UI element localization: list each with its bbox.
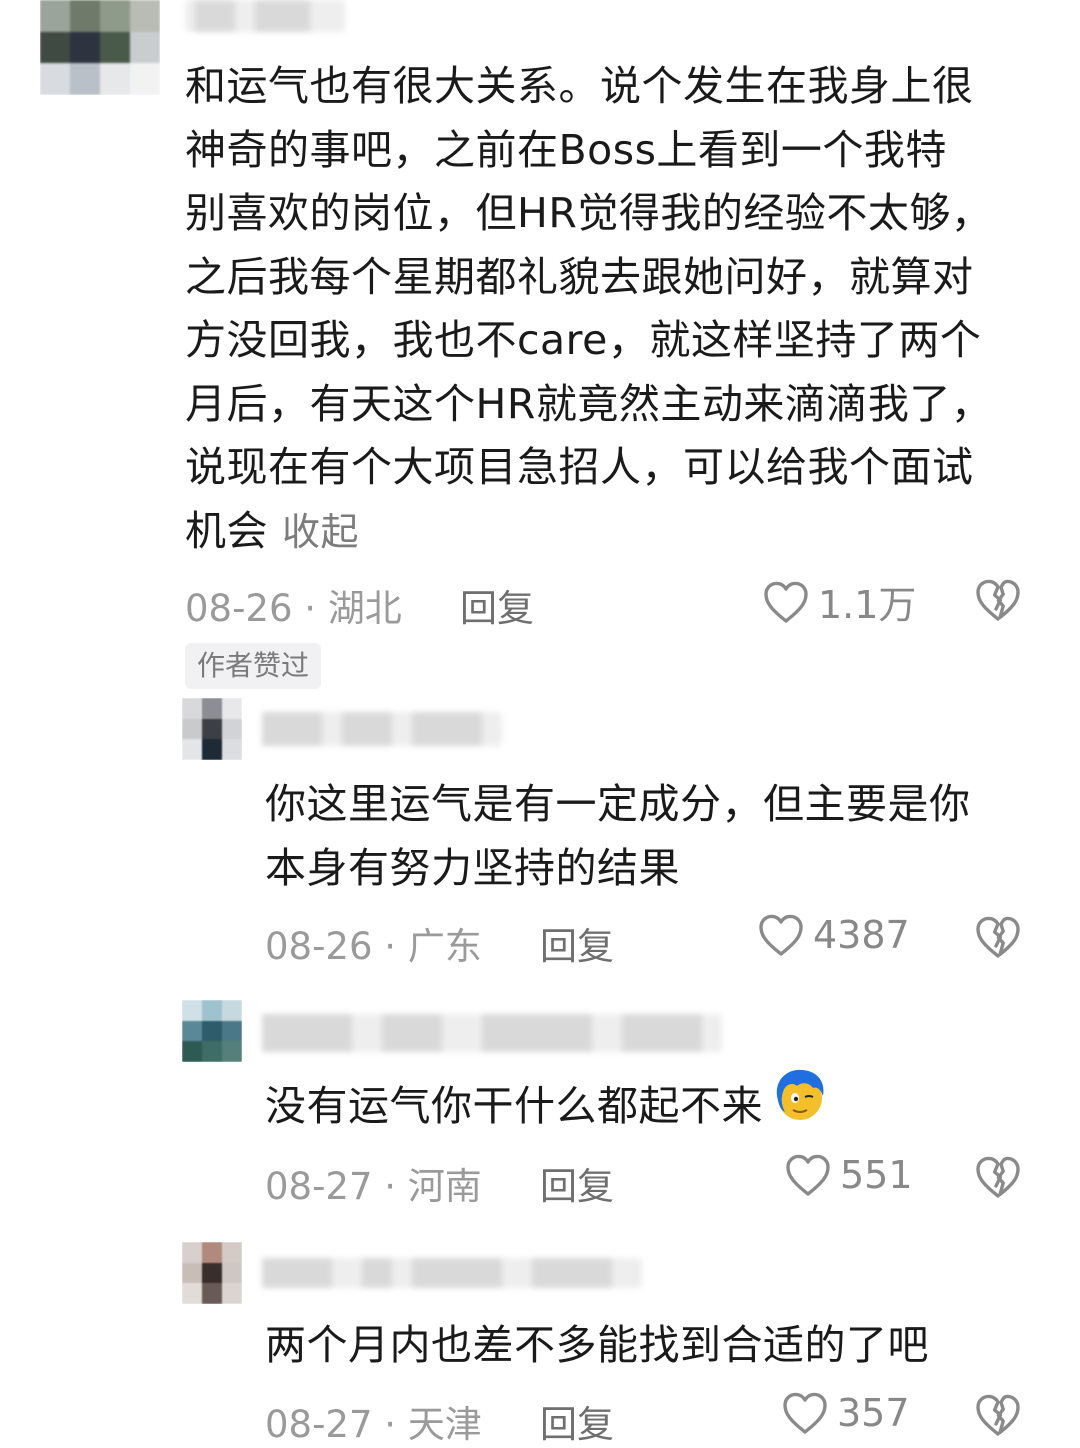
heart-outline-icon: [764, 581, 808, 623]
reply-button[interactable]: 回复: [540, 916, 614, 970]
broken-heart-icon: [976, 916, 1020, 958]
dislike-button[interactable]: [974, 914, 1022, 964]
dislike-button[interactable]: [974, 1154, 1022, 1204]
comment-meta: 08-26 · 广东: [265, 916, 482, 970]
broken-heart-icon: [976, 1156, 1020, 1198]
comment-text: 和运气也有很大关系。说个发生在我身上很 神奇的事吧，之前在Boss上看到一个我特…: [185, 62, 993, 555]
comment-meta: 08-26 · 湖北: [185, 578, 402, 632]
username-redacted[interactable]: [262, 1258, 642, 1288]
reply-button[interactable]: 回复: [540, 1156, 614, 1210]
avatar[interactable]: [40, 0, 160, 95]
like-button[interactable]: 357: [781, 1390, 910, 1436]
like-count: 357: [837, 1391, 910, 1435]
username-redacted[interactable]: [262, 1014, 722, 1052]
heart-outline-icon: [759, 914, 803, 956]
like-button[interactable]: 4387: [757, 912, 910, 958]
like-button[interactable]: 1.1万: [762, 574, 916, 629]
avatar[interactable]: [182, 1000, 242, 1062]
broken-heart-icon: [976, 579, 1020, 621]
like-count: 551: [840, 1153, 913, 1197]
comment-text: 没有运气你干什么都起不来: [265, 1069, 829, 1142]
meta-separator: ·: [372, 925, 408, 968]
dislike-button[interactable]: [974, 577, 1022, 627]
comment-location: 河南: [407, 1165, 482, 1208]
comment-location: 湖北: [327, 587, 402, 630]
meta-separator: ·: [372, 1165, 408, 1208]
blue-hair-face-emoji: [771, 1066, 829, 1143]
username-redacted[interactable]: [185, 0, 345, 32]
comment-text: 你这里运气是有一定成分，但主要是你 本身有努力坚持的结果: [265, 780, 971, 892]
comment-text: 两个月内也差不多能找到合适的了吧: [265, 1321, 929, 1369]
comment-date: 08-27: [265, 1165, 373, 1208]
dislike-button[interactable]: [974, 1392, 1022, 1442]
author-liked-badge: 作者赞过: [185, 643, 322, 689]
meta-separator: ·: [292, 587, 328, 630]
like-count: 4387: [813, 913, 910, 957]
comment-date: 08-26: [265, 925, 373, 968]
like-count: 1.1万: [818, 583, 917, 627]
heart-outline-icon: [783, 1392, 827, 1434]
collapse-link[interactable]: 收起: [282, 510, 359, 554]
avatar[interactable]: [182, 698, 242, 760]
username-redacted[interactable]: [262, 712, 502, 746]
comment-meta: 08-27 · 河南: [265, 1156, 482, 1210]
broken-heart-icon: [976, 1394, 1020, 1436]
comment-date: 08-26: [185, 587, 293, 630]
like-button[interactable]: 551: [784, 1152, 913, 1198]
heart-outline-icon: [786, 1154, 830, 1196]
reply-button[interactable]: 回复: [460, 578, 534, 632]
comment-location: 广东: [407, 925, 482, 968]
avatar[interactable]: [182, 1242, 242, 1304]
